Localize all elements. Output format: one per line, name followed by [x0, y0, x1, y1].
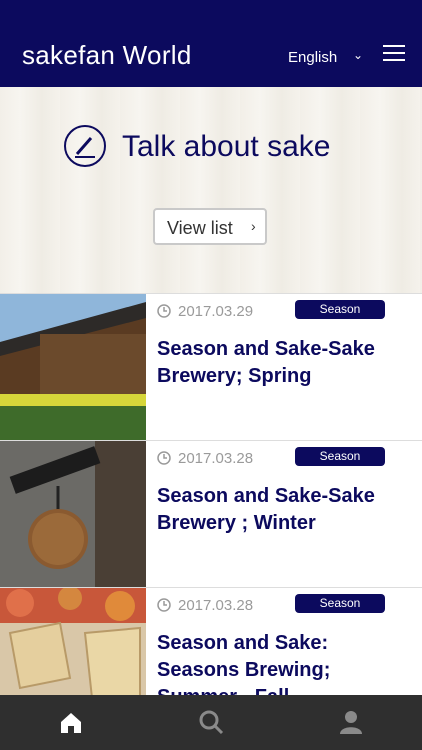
article-date: 2017.03.28 — [178, 597, 254, 614]
category-badge: Season — [295, 300, 385, 319]
pen-icon — [64, 125, 106, 167]
category-badge: Season — [295, 447, 385, 466]
home-icon[interactable] — [58, 709, 84, 735]
hero-banner — [0, 87, 422, 294]
app-logo[interactable]: sakefan World — [22, 40, 192, 71]
chevron-right-icon: › — [251, 218, 256, 234]
language-selector[interactable]: English — [288, 49, 337, 66]
hero-title: Talk about sake — [122, 130, 331, 163]
chevron-down-icon[interactable]: ⌄ — [353, 48, 363, 62]
clock-icon — [157, 304, 171, 318]
article-thumbnail — [0, 441, 146, 587]
view-list-button[interactable]: View list › — [153, 208, 267, 245]
category-badge: Season — [295, 594, 385, 613]
menu-icon[interactable] — [383, 45, 405, 61]
article-date: 2017.03.28 — [178, 450, 254, 467]
article-card[interactable]: 2017.03.28 Season Season and Sake-Sake B… — [0, 440, 422, 587]
view-list-label: View list — [167, 218, 233, 238]
clock-icon — [157, 451, 171, 465]
article-title[interactable]: Season and Sake-Sake Brewery; Spring — [157, 336, 397, 390]
article-card[interactable]: 2017.03.29 Season Season and Sake-Sake B… — [0, 293, 422, 440]
clock-icon — [157, 598, 171, 612]
app-header: sakefan World English ⌄ — [0, 0, 422, 87]
article-title[interactable]: Season and Sake-Sake Brewery ; Winter — [157, 483, 397, 537]
article-thumbnail — [0, 294, 146, 440]
article-date: 2017.03.29 — [178, 303, 254, 320]
user-icon[interactable] — [338, 709, 364, 735]
search-icon[interactable] — [198, 709, 224, 735]
bottom-tab-bar — [0, 695, 422, 750]
